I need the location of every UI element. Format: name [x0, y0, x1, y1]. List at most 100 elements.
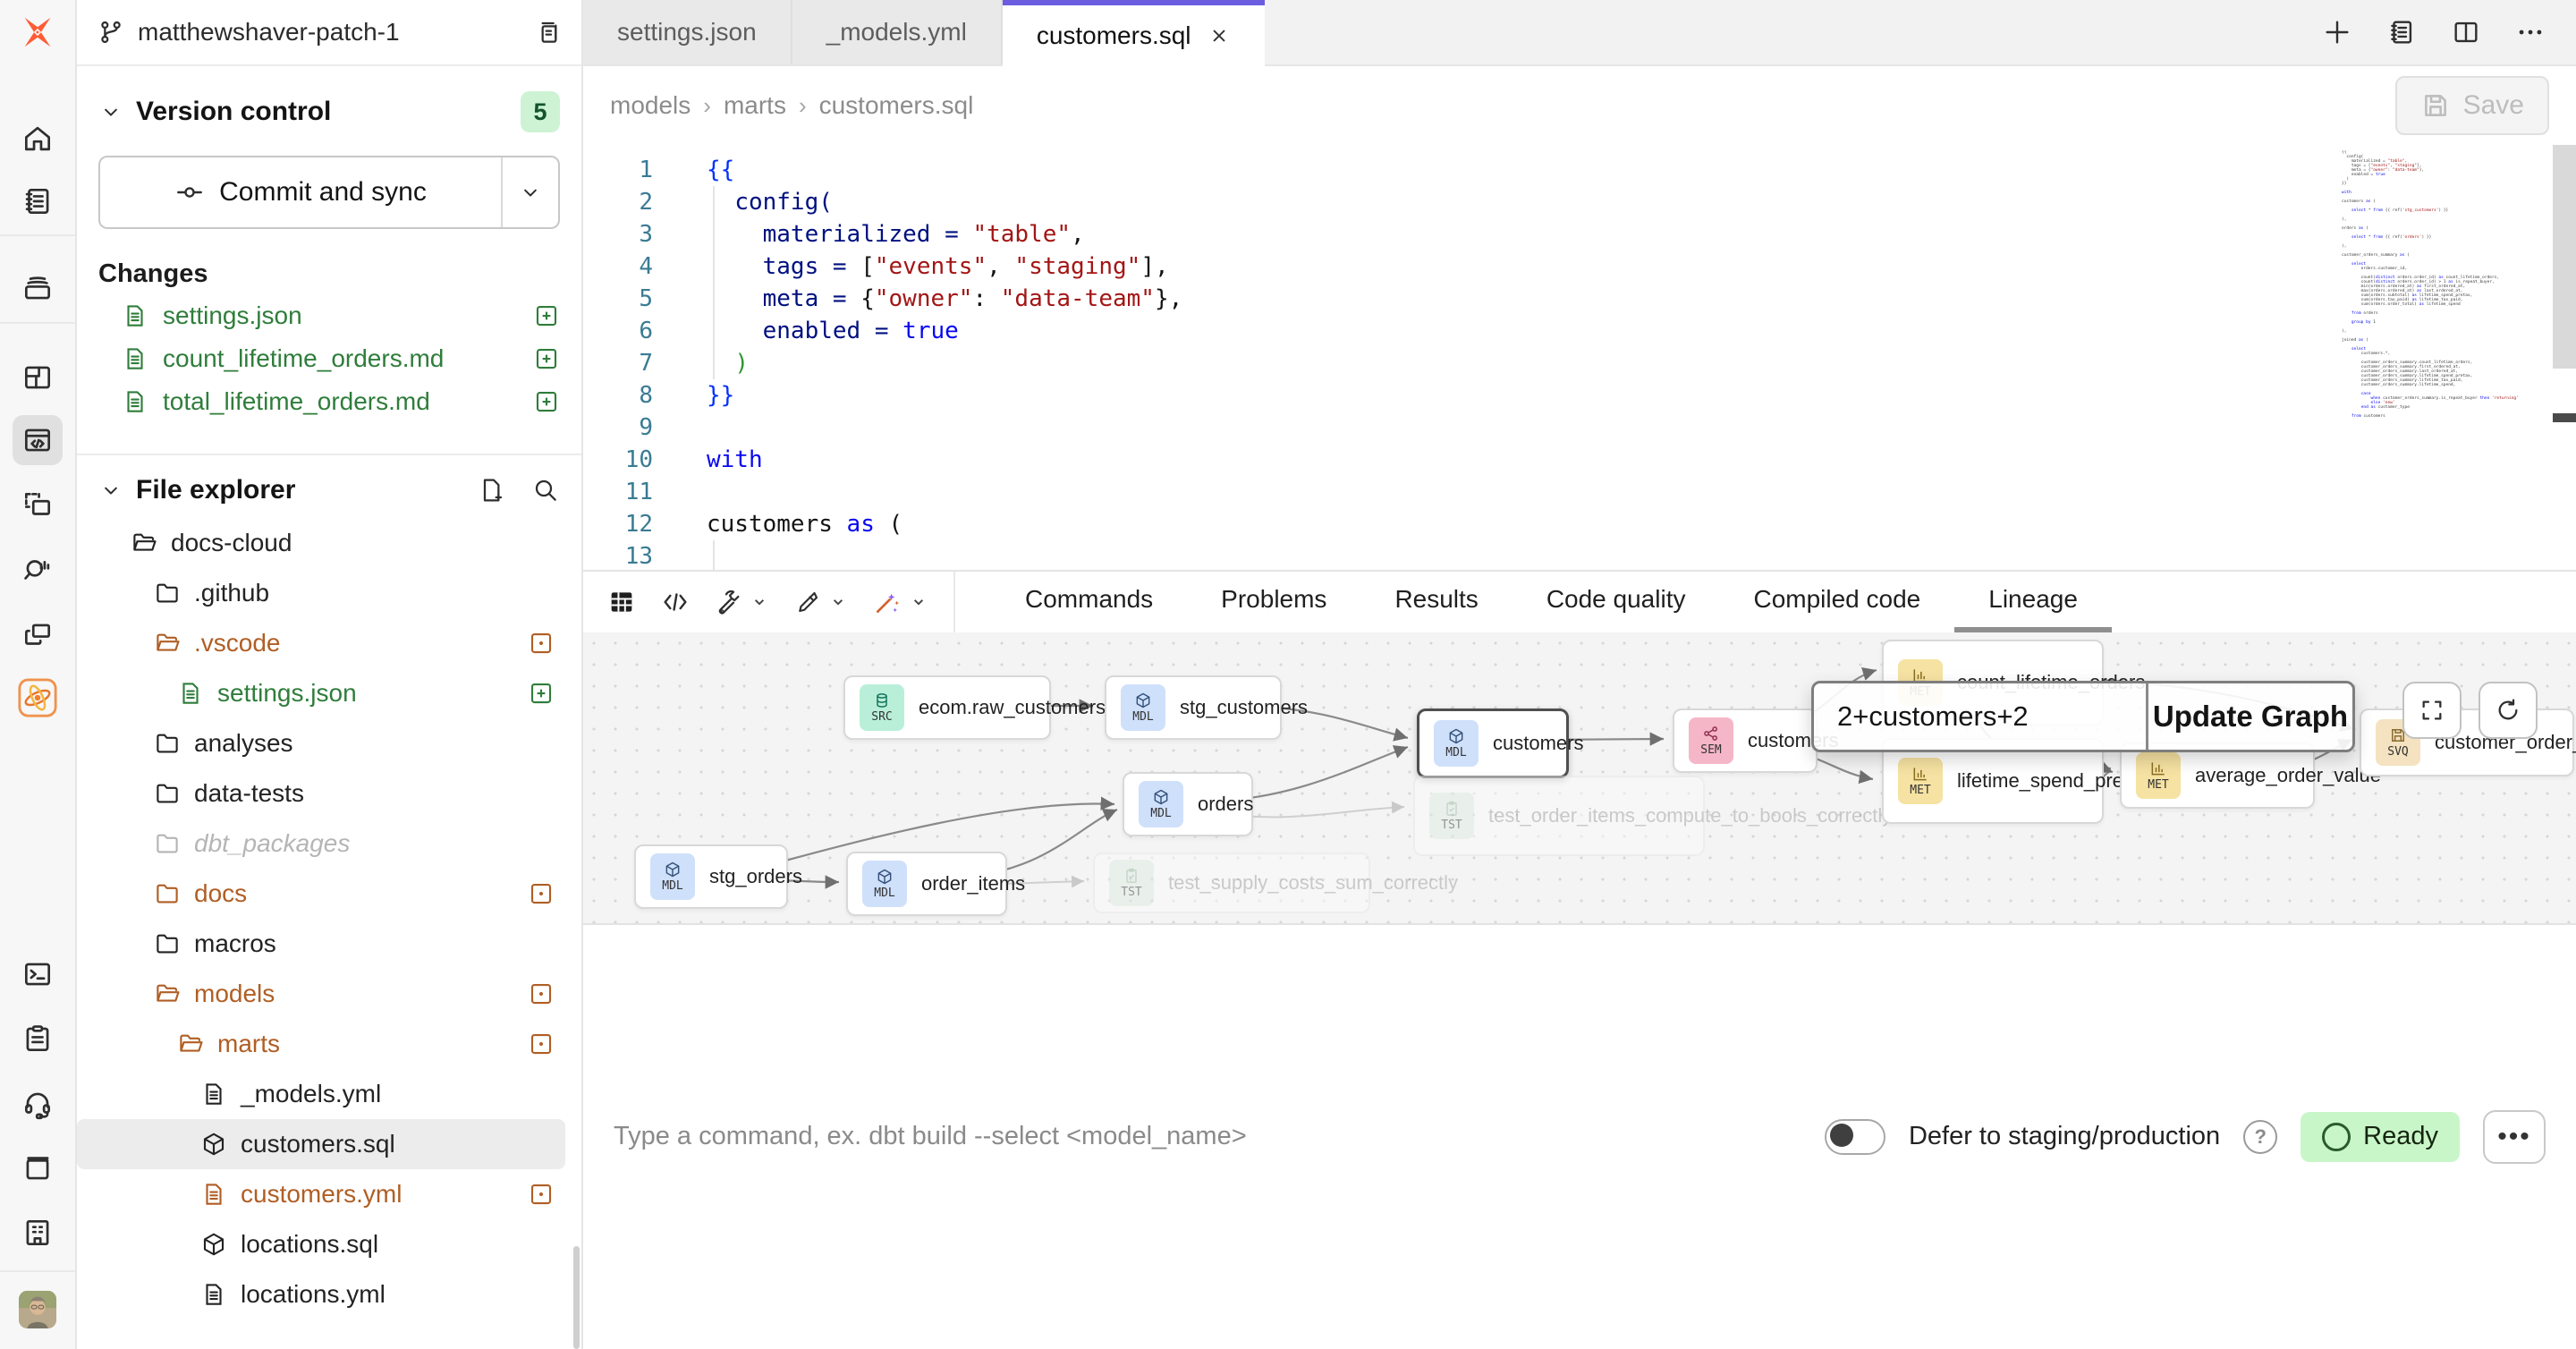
command-input[interactable]: Type a command, ex. dbt build --select <… — [614, 1122, 1247, 1151]
changed-file-total_lifetime_orders.md[interactable]: total_lifetime_orders.md — [98, 380, 560, 423]
rail-windows-icon[interactable] — [13, 610, 63, 660]
tree-item-marts[interactable]: marts — [77, 1019, 565, 1069]
split-editor-icon[interactable] — [2451, 17, 2481, 47]
changed-file-settings.json[interactable]: settings.json — [98, 294, 560, 337]
breadcrumb-marts[interactable]: marts — [724, 91, 786, 120]
rail-code-editor-icon[interactable] — [13, 415, 63, 465]
tree-item-docs[interactable]: docs — [77, 869, 565, 919]
breadcrumb-models[interactable]: models — [610, 91, 691, 120]
tree-item-models[interactable]: models — [77, 969, 565, 1019]
editor-scrollbar-thumb[interactable] — [2553, 145, 2576, 369]
rail-dashboard-icon[interactable] — [13, 352, 63, 403]
lineage-node-tst-test_supply_costs_sum_correctly[interactable]: TSTtest_supply_costs_sum_correctly — [1093, 853, 1370, 913]
panel-tab-compiled-code[interactable]: Compiled code — [1719, 572, 1954, 632]
panel-tab-commands[interactable]: Commands — [991, 572, 1187, 632]
tree-item-.github[interactable]: .github — [77, 568, 565, 618]
tree-item-data-tests[interactable]: data-tests — [77, 768, 565, 819]
panel-tab-lineage[interactable]: Lineage — [1954, 572, 2112, 632]
tree-item-analyses[interactable]: analyses — [77, 718, 565, 768]
rail-atom-icon[interactable] — [13, 673, 63, 723]
stage-add-icon[interactable] — [533, 388, 560, 415]
rail-headset-icon[interactable] — [13, 1079, 63, 1129]
code-preview-icon[interactable] — [660, 587, 691, 617]
stage-add-icon[interactable] — [533, 302, 560, 329]
panel-tab-results[interactable]: Results — [1360, 572, 1512, 632]
defer-toggle[interactable] — [1825, 1119, 1885, 1155]
close-icon[interactable] — [1208, 24, 1231, 47]
save-button[interactable]: Save — [2395, 76, 2549, 135]
code-area[interactable]: {{ config( materialized = "table", tags … — [683, 145, 2576, 570]
results-table-icon[interactable] — [606, 587, 637, 617]
minimap[interactable]: {{ config( materialized = "table", tags … — [2342, 150, 2546, 419]
tree-item-locations.sql[interactable]: locations.sql — [77, 1219, 565, 1269]
lineage-node-mdl-order_items[interactable]: MDLorder_items — [846, 852, 1007, 916]
changed-file-count_lifetime_orders.md[interactable]: count_lifetime_orders.md — [98, 337, 560, 380]
lineage-node-sem-customers[interactable]: SEMcustomers — [1673, 708, 1818, 773]
mdl-badge-icon: MDL — [1139, 781, 1183, 827]
commit-and-sync-button[interactable]: Commit and sync — [100, 157, 503, 227]
status-more-button[interactable]: ••• — [2483, 1110, 2546, 1164]
lineage-refresh-button[interactable] — [2479, 682, 2538, 739]
lineage-node-svq-customer_order_metrics[interactable]: SVQcustomer_order_metrics — [2360, 708, 2574, 776]
folder-icon — [154, 780, 181, 807]
format-menu[interactable] — [794, 589, 850, 615]
lineage-selector-input[interactable]: 2+customers+2 — [1814, 683, 2148, 750]
rail-building-icon[interactable] — [13, 1208, 63, 1258]
lineage-node-met-average_order_value[interactable]: METaverage_order_value — [2120, 742, 2315, 809]
file-explorer-header[interactable]: File explorer — [77, 475, 581, 505]
lineage-node-src-ecom.raw_customers[interactable]: SRCecom.raw_customers — [843, 675, 1051, 740]
new-tab-icon[interactable] — [2322, 17, 2352, 47]
more-options-icon[interactable] — [2515, 17, 2546, 47]
changes-count-badge: 5 — [521, 91, 560, 132]
code-line-8: }} — [707, 379, 2576, 411]
rail-insights-icon[interactable] — [13, 545, 63, 595]
tree-item-locations.yml[interactable]: locations.yml — [77, 1269, 565, 1319]
panel-tab-problems[interactable]: Problems — [1187, 572, 1360, 632]
lineage-node-mdl-stg_customers[interactable]: MDLstg_customers — [1105, 675, 1282, 740]
tree-item-.vscode[interactable]: .vscode — [77, 618, 565, 668]
tree-item-customers.yml[interactable]: customers.yml — [77, 1169, 565, 1219]
tree-item-customers.sql[interactable]: customers.sql — [77, 1119, 565, 1169]
rail-book-icon[interactable] — [13, 1143, 63, 1193]
editor-scrollbar[interactable] — [2553, 145, 2576, 570]
code-editor[interactable]: 123456789101112131415161718192021222324 … — [583, 145, 2576, 570]
branch-name[interactable]: matthewshaver-patch-1 — [138, 18, 521, 47]
sidebar-scrollbar[interactable] — [573, 1246, 580, 1349]
stage-add-icon[interactable] — [533, 345, 560, 372]
help-icon[interactable]: ? — [2243, 1120, 2277, 1154]
ai-assist-menu[interactable] — [873, 588, 930, 616]
tree-item-docs-cloud[interactable]: docs-cloud — [77, 518, 565, 568]
commit-options-caret[interactable] — [503, 157, 558, 227]
tree-item-macros[interactable]: macros — [77, 919, 565, 969]
notebook-icon[interactable] — [2386, 17, 2417, 47]
lineage-fullscreen-button[interactable] — [2402, 682, 2462, 739]
lineage-node-tst-test_order_items_compute_to_bools_correctly[interactable]: TSTtest_order_items_compute_to_bools_cor… — [1413, 776, 1705, 856]
tab-settings.json[interactable]: settings.json — [583, 0, 792, 64]
new-file-icon[interactable] — [478, 476, 506, 505]
lineage-node-mdl-customers[interactable]: MDLcustomers — [1417, 708, 1569, 778]
rail-home-icon[interactable] — [13, 114, 63, 164]
copy-icon[interactable] — [533, 18, 562, 47]
lineage-node-mdl-orders[interactable]: MDLorders — [1123, 772, 1253, 836]
build-tools-menu[interactable] — [714, 588, 771, 616]
version-control-header[interactable]: Version control 5 — [77, 91, 581, 132]
lineage-node-mdl-stg_orders[interactable]: MDLstg_orders — [634, 844, 788, 909]
tree-item-_models.yml[interactable]: _models.yml — [77, 1069, 565, 1119]
tab-customers.sql[interactable]: customers.sql — [1003, 0, 1265, 66]
rail-canvas-icon[interactable] — [13, 480, 63, 530]
tree-item-settings.json[interactable]: settings.json — [77, 668, 565, 718]
breadcrumb-customers.sql[interactable]: customers.sql — [819, 91, 974, 120]
lineage-canvas[interactable]: SRCecom.raw_customers MDLstg_customers MDL… — [583, 632, 2576, 925]
rail-clipboard-icon[interactable] — [13, 1014, 63, 1064]
panel-tab-code-quality[interactable]: Code quality — [1513, 572, 1720, 632]
rail-terminal-icon[interactable] — [13, 949, 63, 999]
code-line-6: enabled = true — [707, 315, 2576, 347]
rail-avatar[interactable] — [13, 1285, 63, 1335]
rail-notebook-icon[interactable] — [13, 176, 63, 226]
search-icon[interactable] — [531, 476, 560, 505]
update-graph-button[interactable]: Update Graph — [2148, 683, 2352, 750]
tree-item-dbt_packages[interactable]: dbt_packages — [77, 819, 565, 869]
rail-dbt-logo[interactable] — [13, 7, 63, 57]
rail-archive-icon[interactable] — [13, 263, 63, 313]
tab-_models.yml[interactable]: _models.yml — [792, 0, 1003, 64]
